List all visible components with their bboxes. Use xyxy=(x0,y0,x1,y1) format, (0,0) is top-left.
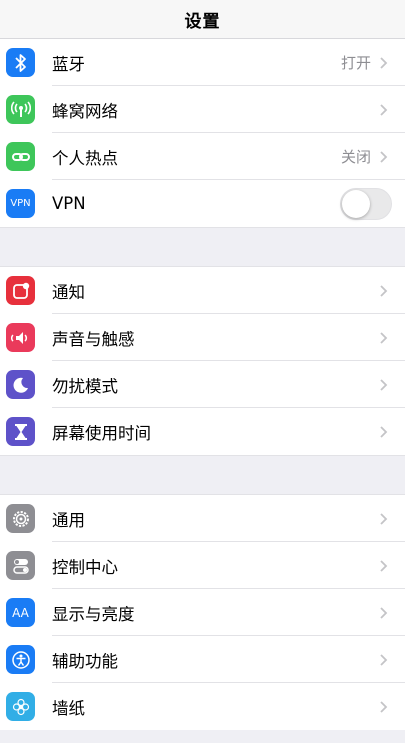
settings-group-connectivity: 蓝牙 打开 蜂窝网络 个人热点 关闭 VPN VPN xyxy=(0,39,405,227)
chevron-right-icon xyxy=(380,512,388,525)
accessibility-icon xyxy=(6,645,35,674)
gear-icon xyxy=(6,504,35,533)
cellular-icon xyxy=(6,95,35,124)
hotspot-icon xyxy=(6,142,35,171)
moon-icon xyxy=(6,370,35,399)
setting-label: 勿扰模式 xyxy=(52,376,118,396)
setting-row-screen-time[interactable]: 屏幕使用时间 xyxy=(0,408,405,455)
setting-label: 辅助功能 xyxy=(52,651,118,671)
page-title: 设置 xyxy=(184,11,221,32)
chevron-right-icon xyxy=(380,56,388,69)
setting-row-notifications[interactable]: 通知 xyxy=(0,267,405,314)
setting-row-sounds[interactable]: 声音与触感 xyxy=(0,314,405,361)
setting-row-vpn: VPN VPN xyxy=(0,180,405,227)
display-icon-text: AA xyxy=(12,605,29,620)
group-separator xyxy=(0,455,405,495)
vpn-icon: VPN xyxy=(6,189,35,218)
setting-label: 屏幕使用时间 xyxy=(52,423,151,443)
chevron-right-icon xyxy=(380,331,388,344)
bluetooth-icon xyxy=(6,48,35,77)
chevron-right-icon xyxy=(380,700,388,713)
setting-label: 通知 xyxy=(52,282,85,302)
setting-label: VPN xyxy=(52,194,86,213)
setting-label: 声音与触感 xyxy=(52,329,135,349)
setting-row-control-center[interactable]: 控制中心 xyxy=(0,542,405,589)
setting-label: 控制中心 xyxy=(52,557,118,577)
chevron-right-icon xyxy=(380,606,388,619)
group-separator xyxy=(0,227,405,267)
toggle-knob xyxy=(342,189,370,218)
chevron-right-icon xyxy=(380,559,388,572)
setting-row-cellular[interactable]: 蜂窝网络 xyxy=(0,86,405,133)
sound-icon xyxy=(6,323,35,352)
setting-label: 蜂窝网络 xyxy=(52,101,118,121)
vpn-icon-text: VPN xyxy=(10,198,31,209)
setting-row-hotspot[interactable]: 个人热点 关闭 xyxy=(0,133,405,180)
setting-row-general[interactable]: 通用 xyxy=(0,495,405,542)
setting-label: 墙纸 xyxy=(52,698,85,718)
notifications-icon xyxy=(6,276,35,305)
chevron-right-icon xyxy=(380,425,388,438)
chevron-right-icon xyxy=(380,378,388,391)
wallpaper-icon xyxy=(6,692,35,721)
setting-row-display[interactable]: AA 显示与亮度 xyxy=(0,589,405,636)
setting-label: 通用 xyxy=(52,510,85,530)
setting-label: 个人热点 xyxy=(52,148,118,168)
settings-group-general: 通用 控制中心 AA 显示与亮度 辅助功能 墙纸 xyxy=(0,495,405,730)
chevron-right-icon xyxy=(380,284,388,297)
display-icon: AA xyxy=(6,598,35,627)
chevron-right-icon xyxy=(380,103,388,116)
setting-row-accessibility[interactable]: 辅助功能 xyxy=(0,636,405,683)
control-center-icon xyxy=(6,551,35,580)
vpn-toggle[interactable] xyxy=(340,187,392,220)
setting-label: 显示与亮度 xyxy=(52,604,135,624)
setting-row-bluetooth[interactable]: 蓝牙 打开 xyxy=(0,39,405,86)
setting-row-wallpaper[interactable]: 墙纸 xyxy=(0,683,405,730)
hourglass-icon xyxy=(6,417,35,446)
settings-group-notifications: 通知 声音与触感 勿扰模式 屏幕使用时间 xyxy=(0,267,405,455)
setting-value: 打开 xyxy=(340,54,371,72)
navigation-bar: 设置 xyxy=(0,0,405,39)
chevron-right-icon xyxy=(380,150,388,163)
chevron-right-icon xyxy=(380,653,388,666)
setting-value: 关闭 xyxy=(340,148,371,166)
setting-label: 蓝牙 xyxy=(52,54,85,74)
setting-row-do-not-disturb[interactable]: 勿扰模式 xyxy=(0,361,405,408)
